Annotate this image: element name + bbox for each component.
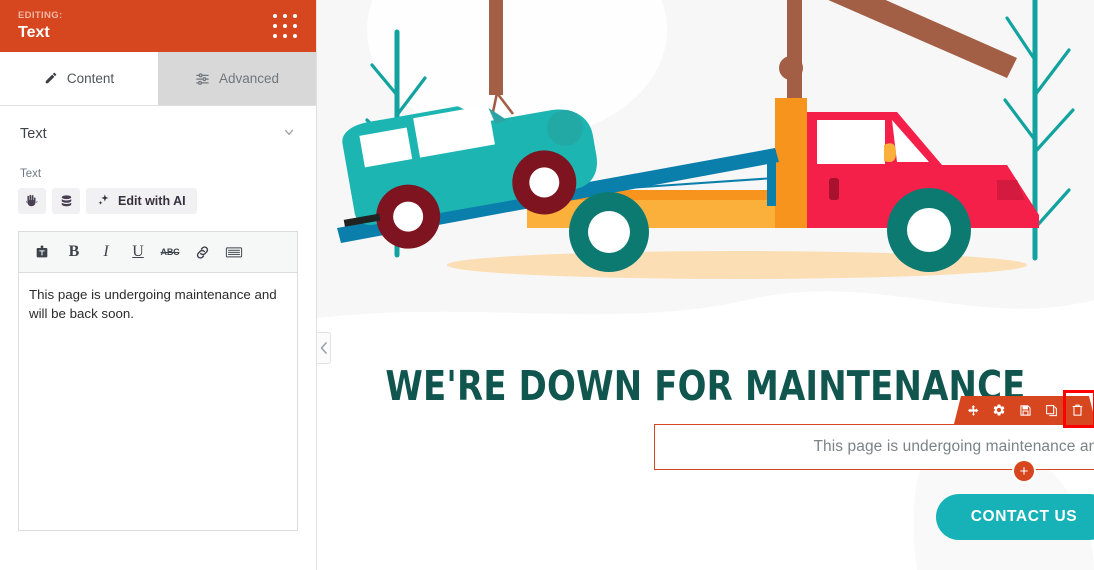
tab-advanced-label: Advanced [218,70,280,86]
strikethrough-button[interactable]: ABC [157,239,183,265]
bold-button[interactable]: B [61,239,87,265]
underline-button[interactable]: U [125,239,151,265]
tow-truck-illustration [337,0,1075,279]
move-handle-icon[interactable] [960,396,986,424]
page-title: WE'RE DOWN FOR MAINTENANCE [385,362,1026,410]
panel-tabs: Content Advanced [0,52,316,106]
text-widget-content: This page is undergoing maintenance and … [813,438,1094,455]
editor-sidebar-panel: EDITING: Text Content Advanced Text Text… [0,0,317,570]
sparkles-icon [97,193,111,210]
link-icon[interactable] [189,239,215,265]
rich-text-editor: B I U ABC This page is undergoing mainte… [18,231,298,531]
hand-icon[interactable] [18,188,46,214]
delete-trash-icon[interactable] [1064,396,1090,424]
widget-edit-toolbar [954,396,1094,424]
preview-canvas: WE'RE DOWN FOR MAINTENANCE This page is … [317,0,1094,570]
editor-toolbar: B I U ABC [19,232,297,273]
save-icon[interactable] [1012,396,1038,424]
sliders-icon [195,71,210,86]
edit-with-ai-label: Edit with AI [118,194,186,208]
tab-content-label: Content [66,70,115,86]
panel-header: EDITING: Text [0,0,316,52]
section-title: Text [20,126,47,142]
add-widget-button[interactable]: + [1014,461,1034,481]
editing-label: EDITING: [18,9,63,21]
duplicate-icon[interactable] [1038,396,1064,424]
italic-button[interactable]: I [93,239,119,265]
panel-collapse-handle[interactable] [317,332,331,364]
section-header-text[interactable]: Text [0,106,316,162]
edit-with-ai-button[interactable]: Edit with AI [86,188,197,214]
tab-content[interactable]: Content [0,52,158,105]
grid-dots-icon[interactable] [272,13,298,39]
editor-text-content[interactable]: This page is undergoing maintenance and … [19,273,297,531]
keyboard-icon[interactable] [221,239,247,265]
field-label-text: Text [20,168,42,180]
settings-gear-icon[interactable] [986,396,1012,424]
contact-us-button[interactable]: CONTACT US [936,494,1094,540]
control-area: Text Edit with AI B I U ABC This page is… [0,162,316,570]
chevron-down-icon[interactable] [282,125,296,144]
elementor-editor-window: EDITING: Text Content Advanced Text Text… [0,0,1094,570]
database-icon[interactable] [52,188,80,214]
pencil-icon [44,71,58,85]
editing-widget-title: Text [18,23,50,41]
tab-advanced[interactable]: Advanced [158,52,316,105]
add-media-icon[interactable] [29,239,55,265]
field-action-buttons: Edit with AI [18,188,298,214]
